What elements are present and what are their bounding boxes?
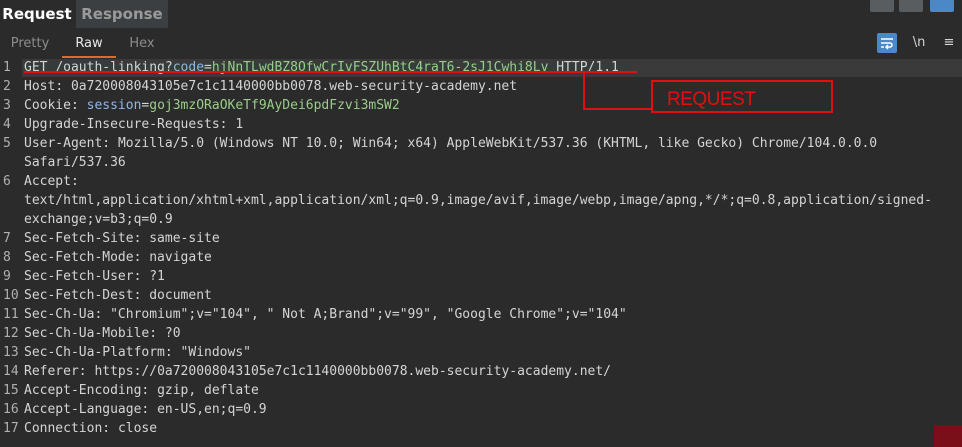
header-value: 0a720008043105e7c1c1140000bb0078.web-sec… bbox=[70, 79, 518, 94]
request-line-3: Cookie: session=goj3mzORaOKeTf9AyDei6pdF… bbox=[24, 98, 400, 113]
wrap-glyph-icon bbox=[881, 37, 893, 50]
tab-raw[interactable]: Raw bbox=[62, 30, 116, 58]
header-name: Sec-Fetch-User bbox=[24, 269, 134, 284]
line-number: 2 bbox=[3, 79, 11, 94]
header-value: document bbox=[149, 288, 212, 303]
line-number: 1 bbox=[3, 60, 11, 75]
request-line-10: Sec-Fetch-Dest: document bbox=[24, 288, 212, 303]
raw-request-editor[interactable]: 1 GET /oauth-linking?code=hjNnTLwdBZ8OfwC… bbox=[0, 58, 962, 447]
request-line-17: Connection: close bbox=[24, 421, 158, 436]
request-line-14: Referer: https://0a720008043105e7c1c1140… bbox=[24, 364, 612, 379]
line-number: 4 bbox=[3, 117, 11, 132]
header-value: ?0 bbox=[164, 326, 181, 341]
header-value: close bbox=[117, 421, 158, 436]
menu-icon[interactable]: ≡ bbox=[940, 33, 958, 53]
request-line-15: Accept-Encoding: gzip, deflate bbox=[24, 383, 259, 398]
request-line-2: Host: 0a720008043105e7c1c1140000bb0078.w… bbox=[24, 79, 518, 94]
tab-request[interactable]: Request bbox=[0, 0, 74, 28]
request-line-7: Sec-Fetch-Site: same-site bbox=[24, 231, 220, 246]
line-number: 8 bbox=[3, 250, 11, 265]
tab-hex[interactable]: Hex bbox=[120, 30, 164, 58]
show-newlines-button[interactable]: \n bbox=[908, 33, 930, 53]
header-name: Sec-Ch-Ua-Mobile bbox=[24, 326, 150, 341]
layout-stacked-icon[interactable] bbox=[899, 0, 923, 12]
header-name: Referer bbox=[24, 364, 79, 379]
line-number: 16 bbox=[3, 402, 19, 417]
annotation-underline bbox=[24, 71, 637, 73]
request-line-16: Accept-Language: en-US,en;q=0.9 bbox=[24, 402, 267, 417]
line-number: 13 bbox=[3, 345, 19, 360]
request-line-12: Sec-Ch-Ua-Mobile: ?0 bbox=[24, 326, 181, 341]
word-wrap-icon[interactable] bbox=[877, 33, 897, 53]
header-value: navigate bbox=[149, 250, 212, 265]
request-line-8: Sec-Fetch-Mode: navigate bbox=[24, 250, 212, 265]
header-name: Sec-Fetch-Dest bbox=[24, 288, 134, 303]
line-number: 12 bbox=[3, 326, 19, 341]
line-number: 15 bbox=[3, 383, 19, 398]
header-value: gzip, deflate bbox=[157, 383, 259, 398]
header-name: Upgrade-Insecure-Requests bbox=[24, 117, 220, 132]
header-name: Sec-Ch-Ua-Platform bbox=[24, 345, 165, 360]
header-value: ?1 bbox=[149, 269, 165, 284]
request-line-4: Upgrade-Insecure-Requests: 1 bbox=[24, 117, 244, 132]
line-number: 3 bbox=[3, 98, 11, 113]
header-value-continuation: exchange;v=b3;q=0.9 bbox=[24, 212, 173, 227]
header-value: https://0a720008043105e7c1c1140000bb0078… bbox=[94, 364, 612, 379]
line-number: 7 bbox=[3, 231, 11, 246]
line-number: 5 bbox=[3, 136, 11, 151]
request-line-9: Sec-Fetch-User: ?1 bbox=[24, 269, 165, 284]
request-line-6: Accept: bbox=[24, 174, 79, 189]
header-name: Connection bbox=[24, 421, 103, 436]
line-number: 11 bbox=[3, 307, 19, 322]
header-name: Cookie bbox=[24, 98, 71, 113]
header-value: 1 bbox=[235, 117, 244, 132]
annotation-label: REQUEST bbox=[667, 89, 756, 110]
annotation-connector-horizontal bbox=[583, 108, 653, 110]
cookie-value: goj3mzORaOKeTf9AyDei6pdFzvi3mSW2 bbox=[149, 98, 400, 113]
tab-response[interactable]: Response bbox=[76, 0, 168, 28]
view-tab-bar: Pretty Raw Hex \n ≡ bbox=[0, 30, 962, 59]
request-line-5: User-Agent: Mozilla/5.0 (Windows NT 10.0… bbox=[24, 136, 878, 151]
header-name: Sec-Fetch-Site bbox=[24, 231, 134, 246]
header-name: Host bbox=[24, 79, 56, 94]
header-name: Sec-Fetch-Mode bbox=[24, 250, 134, 265]
top-tab-bar: Request Response bbox=[0, 0, 962, 30]
line-number: 10 bbox=[3, 288, 19, 303]
layout-single-icon[interactable] bbox=[930, 0, 954, 12]
header-value-continuation: Safari/537.36 bbox=[24, 155, 126, 170]
line-number: 14 bbox=[3, 364, 19, 379]
tab-pretty[interactable]: Pretty bbox=[4, 30, 56, 58]
header-name: User-Agent bbox=[24, 136, 103, 151]
header-value: "Chromium";v="104", " Not A;Brand";v="99… bbox=[110, 307, 627, 322]
header-value-continuation: text/html,application/xhtml+xml,applicat… bbox=[24, 193, 932, 208]
corner-indicator bbox=[934, 425, 962, 447]
request-line-11: Sec-Ch-Ua: "Chromium";v="104", " Not A;B… bbox=[24, 307, 627, 322]
header-name: Sec-Ch-Ua bbox=[24, 307, 95, 322]
annotation-connector-vertical bbox=[583, 71, 585, 110]
header-name: Accept bbox=[24, 174, 71, 189]
layout-side-by-side-icon[interactable] bbox=[870, 0, 894, 12]
header-value: "Windows" bbox=[180, 345, 251, 360]
header-value: Mozilla/5.0 (Windows NT 10.0; Win64; x64… bbox=[117, 136, 878, 151]
cookie-name: session bbox=[86, 98, 142, 113]
line-number: 9 bbox=[3, 269, 11, 284]
request-line-13: Sec-Ch-Ua-Platform: "Windows" bbox=[24, 345, 251, 360]
header-name: Accept-Language bbox=[24, 402, 142, 417]
header-value: en-US,en;q=0.9 bbox=[157, 402, 267, 417]
line-number: 6 bbox=[3, 174, 11, 189]
line-number: 17 bbox=[3, 421, 19, 436]
header-value: same-site bbox=[149, 231, 220, 246]
header-name: Accept-Encoding bbox=[24, 383, 142, 398]
